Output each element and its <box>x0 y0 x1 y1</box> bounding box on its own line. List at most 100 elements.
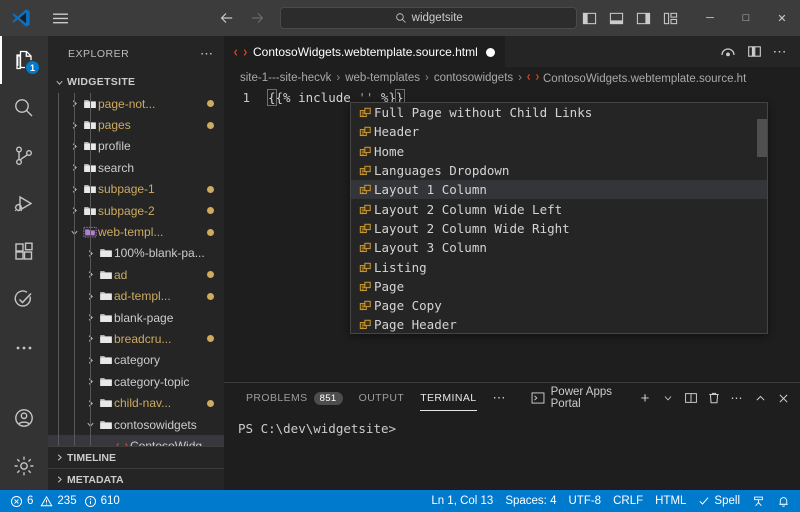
customize-layout-icon[interactable] <box>658 6 682 30</box>
activitybar-item-testing[interactable] <box>0 276 48 324</box>
split-terminal-icon[interactable] <box>680 387 702 409</box>
activitybar-item-manage-settings[interactable] <box>0 442 48 490</box>
breadcrumb-item[interactable]: ContosoWidgets.webtemplate.source.ht <box>527 71 746 85</box>
toggle-panel-icon[interactable] <box>604 6 628 30</box>
suggestion-dropdown[interactable]: Full Page without Child Links Header Home L… <box>350 102 768 334</box>
status-cursor-position[interactable]: Ln 1, Col 13 <box>425 490 499 512</box>
status-spell-checker[interactable]: Spell <box>692 490 746 512</box>
suggestion-item[interactable]: Home <box>351 142 767 161</box>
breadcrumb[interactable]: site-1---site-hecvk › web-templates › contos… <box>224 67 800 89</box>
panel-tab-output[interactable]: OUTPUT <box>351 383 413 413</box>
workspace-folder-row[interactable]: WIDGETSITE <box>48 71 224 93</box>
activitybar-item-run-and-debug[interactable] <box>0 180 48 228</box>
ellipsis-icon <box>12 336 36 360</box>
remote-indicator-icon[interactable] <box>746 490 771 512</box>
layout-controls <box>577 6 682 30</box>
tree-item-label: contosowidgets <box>114 417 197 432</box>
suggestion-item[interactable]: Header <box>351 122 767 141</box>
suggestion-scrollbar[interactable] <box>757 119 767 157</box>
explorer-sidebar: EXPLORER ⋯ WIDGETSITE page-not... pages pr… <box>48 36 224 490</box>
breadcrumb-item[interactable]: site-1---site-hecvk <box>240 72 331 84</box>
tree-indent-guide <box>90 93 91 446</box>
suggestion-item[interactable]: Page Copy <box>351 296 767 315</box>
suggestion-item[interactable]: Full Page without Child Links <box>351 103 767 122</box>
breadcrumb-item-label: web-templates <box>345 72 421 84</box>
ellipsis-icon[interactable]: ⋯ <box>200 46 218 62</box>
search-input[interactable]: widgetsite <box>280 7 577 29</box>
status-problems[interactable]: 6 235 610 <box>4 490 126 512</box>
toggle-secondary-sidebar-icon[interactable] <box>631 6 655 30</box>
status-indentation[interactable]: Spaces: 4 <box>499 490 562 512</box>
sidebar-item-metadata[interactable]: METADATA <box>48 468 224 490</box>
editor-area: ContosoWidgets.webtemplate.source.html ⋯… <box>224 36 800 490</box>
terminal-output[interactable]: PS C:\dev\widgetsite> <box>224 413 800 490</box>
unsaved-indicator-icon[interactable] <box>485 47 495 57</box>
activitybar-item-explorer[interactable]: 1 <box>0 36 48 84</box>
code-editor[interactable]: 1 {{% include '' %}} Full Page without C… <box>224 89 800 382</box>
tree-item-label: breadcru... <box>114 331 172 346</box>
code-bracket-open: { <box>267 89 277 106</box>
suggestion-item-label: Page Header <box>374 317 457 333</box>
panel-tab-terminal[interactable]: TERMINAL <box>412 383 484 413</box>
breadcrumb-item[interactable]: web-templates <box>345 72 420 84</box>
suggestion-item[interactable]: Layout 3 Column <box>351 238 767 257</box>
maximize-panel-icon[interactable] <box>749 387 771 409</box>
titlebar-right-controls: ─ □ ✕ <box>577 0 800 36</box>
suggestion-item[interactable]: Page <box>351 277 767 296</box>
split-editor-icon[interactable] <box>742 40 766 64</box>
breadcrumb-item[interactable]: contosowidgets <box>434 72 513 84</box>
sidebar-header: EXPLORER ⋯ <box>48 36 224 71</box>
minimize-button[interactable]: ─ <box>692 0 728 36</box>
activitybar-item-additional-views[interactable] <box>0 324 48 372</box>
more-actions-icon[interactable]: ⋯ <box>768 40 792 64</box>
terminal-profile-selector[interactable]: Power Apps Portal <box>527 386 634 410</box>
close-button[interactable]: ✕ <box>764 0 800 36</box>
breadcrumb-item-label: ContosoWidgets.webtemplate.source.ht <box>543 73 747 85</box>
suggestion-list[interactable]: Full Page without Child Links Header Home L… <box>351 103 767 333</box>
arrow-left-icon[interactable] <box>216 7 238 29</box>
notifications-bell-icon[interactable] <box>771 490 796 512</box>
modified-indicator-icon <box>207 335 214 343</box>
html-file-icon <box>234 46 247 59</box>
folder-icon <box>97 311 114 325</box>
activitybar-item-source-control[interactable] <box>0 132 48 180</box>
terminal-profile-dropdown-icon[interactable] <box>657 387 679 409</box>
hamburger-menu-icon[interactable] <box>42 0 78 36</box>
suggestion-item[interactable]: Listing <box>351 257 767 276</box>
bottom-panel: PROBLEMS 851 OUTPUT TERMINAL ⋯ Power App… <box>224 382 800 490</box>
panel-more-actions-icon[interactable]: ⋯ <box>726 387 748 409</box>
modified-indicator-icon <box>207 100 214 108</box>
activitybar-item-extensions[interactable] <box>0 228 48 276</box>
snippet-icon <box>356 125 374 138</box>
status-encoding[interactable]: UTF-8 <box>562 490 607 512</box>
suggestion-item-label: Layout 3 Column <box>374 240 487 256</box>
info-count: 610 <box>100 495 120 507</box>
suggestion-item[interactable]: Page Header <box>351 315 767 333</box>
search-input-value: widgetsite <box>411 12 463 24</box>
suggestion-item[interactable]: Layout 2 Column Wide Right <box>351 219 767 238</box>
check-icon <box>698 495 710 507</box>
new-terminal-icon[interactable]: + <box>634 387 656 409</box>
sidebar-item-timeline[interactable]: TIMELINE <box>48 446 224 468</box>
status-eol[interactable]: CRLF <box>607 490 649 512</box>
panel-tab-problems[interactable]: PROBLEMS 851 <box>238 383 351 413</box>
activitybar-item-accounts[interactable] <box>0 394 48 442</box>
panel-more-tabs-icon[interactable]: ⋯ <box>485 390 515 406</box>
suggestion-item[interactable]: Layout 1 Column <box>351 180 767 200</box>
open-preview-icon[interactable] <box>716 40 740 64</box>
kill-terminal-icon[interactable] <box>703 387 725 409</box>
file-tree[interactable]: page-not... pages profile search subpage-1 su… <box>48 93 224 446</box>
toggle-primary-sidebar-icon[interactable] <box>577 6 601 30</box>
navigation-controls <box>216 7 268 29</box>
suggestion-item[interactable]: Layout 2 Column Wide Left <box>351 199 767 218</box>
suggestion-item[interactable]: Languages Dropdown <box>351 161 767 180</box>
arrow-right-icon[interactable] <box>246 7 268 29</box>
status-language-mode[interactable]: HTML <box>649 490 692 512</box>
tree-item-label: pages <box>98 118 131 133</box>
suggestion-item-label: Listing <box>374 259 427 275</box>
activitybar-item-search[interactable] <box>0 84 48 132</box>
snippet-icon <box>356 183 374 196</box>
close-panel-icon[interactable] <box>772 387 794 409</box>
maximize-button[interactable]: □ <box>728 0 764 36</box>
editor-tab-contosowidgets[interactable]: ContosoWidgets.webtemplate.source.html <box>224 36 506 67</box>
